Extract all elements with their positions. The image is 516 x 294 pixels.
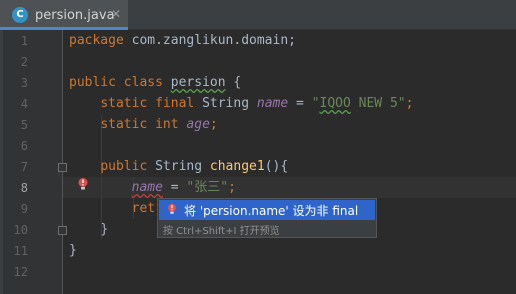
line-number: 8 [20,181,28,195]
keyword: int [155,117,179,132]
field-name-error: name [131,180,163,195]
string-typo: IQOO [319,96,351,111]
code-line-8[interactable]: name = "张三"; [69,177,236,198]
left-tool-strip [0,30,3,294]
operator: = [162,180,187,195]
line-number: 10 [13,223,28,237]
code-line-4[interactable]: static final String name = "IQOO NEW 5"; [69,93,413,114]
tab-persion-java[interactable]: C persion.java ✕ [0,0,128,30]
line-number: 4 [20,97,28,111]
semicolon: ; [228,180,236,195]
field-name: name [256,96,289,111]
semicolon: ; [209,117,218,132]
line-number: 9 [20,202,28,216]
keyword: final [155,96,195,111]
keyword: package [69,33,124,48]
quick-fix-popup: 将 'persion.name' 设为非 final 按 Ctrl+Shift+… [157,198,377,238]
code-line-3[interactable]: public class persion { [69,72,241,93]
quick-fix-label: 将 'persion.name' 设为非 final [184,204,359,218]
semicolon: ; [405,96,414,111]
preview-hint: 按 Ctrl+Shift+I 打开预览 [163,226,280,237]
code-line-7[interactable]: public String change1(){ [69,156,288,177]
keyword: public [69,75,116,90]
parens: (){ [264,159,289,174]
line-number: 3 [20,76,28,90]
brace: { [225,75,242,90]
error-bulb-icon[interactable] [76,177,90,191]
line-number: 12 [13,265,28,279]
string-literal: " [311,96,320,111]
fold-marker-icon[interactable] [58,226,67,235]
field-name: age [186,117,210,132]
tab-label: persion.java [35,8,115,23]
line-number: 1 [20,34,28,48]
method-name: change1 [209,159,265,174]
type-name: String [202,96,250,111]
operator: = [288,96,312,111]
java-class-icon: C [12,7,28,23]
line-number: 11 [13,244,28,258]
brace: } [100,222,109,237]
brace: } [69,243,77,258]
keyword: public [100,159,148,174]
code-line-10[interactable]: } [69,219,108,240]
keyword: static [100,117,148,132]
fold-marker-icon[interactable] [58,163,67,172]
close-icon[interactable]: ✕ [111,7,121,21]
type-name: String [155,159,203,174]
string-literal: "张三" [186,180,229,195]
package-name: com.zanglikun.domain; [123,33,296,48]
code-line-12[interactable]: } [69,240,77,261]
keyword: ret [131,201,156,216]
line-number: 5 [20,118,28,132]
code-line-9[interactable]: ret [69,198,155,219]
error-bulb-icon [168,203,176,214]
code-line-1[interactable]: package com.zanglikun.domain; [69,30,296,51]
line-number: 2 [20,55,28,69]
keyword: class [123,75,163,90]
line-number: 7 [20,160,28,174]
string-literal: NEW 5" [350,96,406,111]
class-name: persion [170,75,226,90]
editor-tab-bar: C persion.java ✕ [0,0,516,30]
line-number: 6 [20,139,28,153]
quick-fix-item-make-not-final[interactable]: 将 'persion.name' 设为非 final [159,200,375,220]
gutter-separator [62,30,63,294]
keyword: static [100,96,148,111]
code-line-5[interactable]: static int age; [69,114,218,135]
